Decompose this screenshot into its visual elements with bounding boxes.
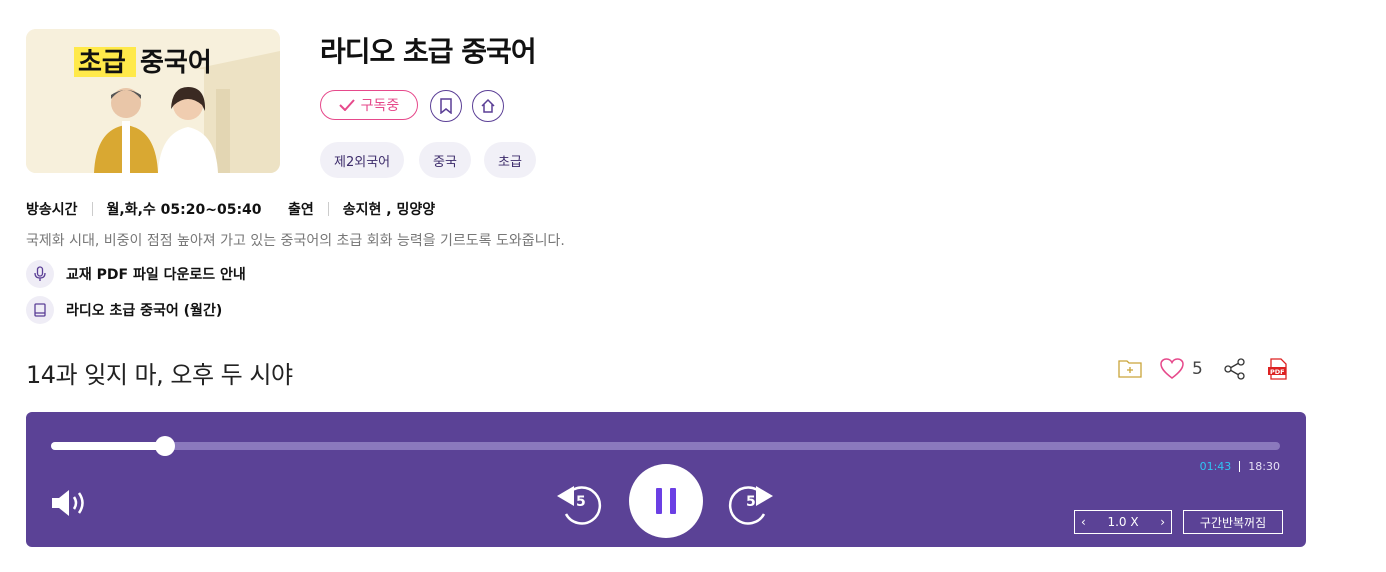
rewind-button[interactable]: 5	[554, 480, 606, 528]
program-thumbnail[interactable]: 초급 중국어	[26, 29, 280, 173]
home-icon	[481, 98, 495, 113]
volume-icon	[52, 490, 84, 516]
volume-button[interactable]	[50, 487, 90, 523]
pdf-download-button[interactable]: PDF	[1268, 358, 1288, 380]
program-description: 국제화 시대, 비중이 점점 높아져 가고 있는 중국어의 초급 회화 능력을 …	[26, 233, 565, 249]
speed-increase-button[interactable]: ›	[1160, 515, 1165, 529]
add-to-folder-button[interactable]	[1118, 358, 1142, 378]
audio-player: 01:43 18:30 5 5 ‹ 1.0 X › 구간반복꺼짐	[26, 412, 1306, 547]
progress-bar[interactable]	[51, 436, 1280, 456]
bookmark-icon	[440, 98, 452, 114]
folder-add-icon	[1118, 360, 1142, 378]
broadcast-value: 월,화,수 05:20~05:40	[106, 202, 262, 218]
like-count: 5	[1192, 359, 1203, 379]
resource-label: 교재 PDF 파일 다운로드 안내	[66, 267, 246, 283]
book-icon	[26, 296, 54, 324]
resource-monthly-textbook[interactable]: 라디오 초급 중국어 (월간)	[26, 296, 222, 324]
speed-control: ‹ 1.0 X ›	[1074, 510, 1172, 534]
resource-label: 라디오 초급 중국어 (월간)	[66, 303, 223, 319]
time-divider	[1239, 461, 1241, 472]
pause-icon-bar	[670, 488, 676, 514]
pause-icon-bar	[656, 488, 662, 514]
subscribe-button[interactable]: 구독중	[320, 90, 418, 120]
cast-info: 출연 송지현 , 밍양양	[288, 199, 435, 219]
total-time: 18:30	[1248, 460, 1280, 473]
svg-text:PDF: PDF	[1270, 368, 1285, 376]
episode-title: 14과 잊지 마, 오후 두 시야	[26, 361, 293, 389]
current-time: 01:43	[1199, 460, 1232, 473]
share-button[interactable]	[1224, 358, 1246, 380]
home-button[interactable]	[472, 90, 504, 122]
divider	[91, 202, 93, 216]
heart-icon	[1160, 358, 1184, 379]
rewind-seconds: 5	[576, 494, 586, 510]
share-icon	[1224, 358, 1245, 380]
progress-fill	[51, 442, 166, 450]
program-title: 라디오 초급 중국어	[320, 35, 537, 68]
forward-button[interactable]: 5	[724, 480, 776, 528]
pdf-icon: PDF	[1268, 358, 1287, 380]
cast-label: 출연	[288, 202, 314, 218]
tag-china[interactable]: 중국	[419, 142, 471, 178]
bookmark-button[interactable]	[430, 90, 462, 122]
subscribe-label: 구독중	[360, 98, 400, 114]
like-button[interactable]: 5	[1160, 358, 1203, 380]
thumbnail-title-1: 초급	[78, 48, 126, 78]
forward-seconds: 5	[746, 494, 756, 510]
tag-second-language[interactable]: 제2외국어	[320, 142, 405, 178]
divider	[327, 202, 329, 216]
pause-button[interactable]	[629, 464, 703, 538]
check-icon	[338, 99, 355, 111]
time-display: 01:43 18:30	[1200, 460, 1280, 473]
thumbnail-title-2: 중국어	[140, 48, 212, 78]
tag-beginner[interactable]: 초급	[484, 142, 536, 178]
section-repeat-button[interactable]: 구간반복꺼짐	[1183, 510, 1283, 534]
progress-handle[interactable]	[155, 436, 176, 456]
speed-decrease-button[interactable]: ‹	[1081, 515, 1086, 529]
cast-value: 송지현 , 밍양양	[342, 202, 436, 218]
speed-value: 1.0 X	[1107, 515, 1139, 529]
broadcast-label: 방송시간	[26, 202, 78, 218]
microphone-icon	[26, 260, 54, 288]
resource-pdf-guide[interactable]: 교재 PDF 파일 다운로드 안내	[26, 260, 246, 288]
broadcast-time: 방송시간 월,화,수 05:20~05:40	[26, 199, 262, 219]
